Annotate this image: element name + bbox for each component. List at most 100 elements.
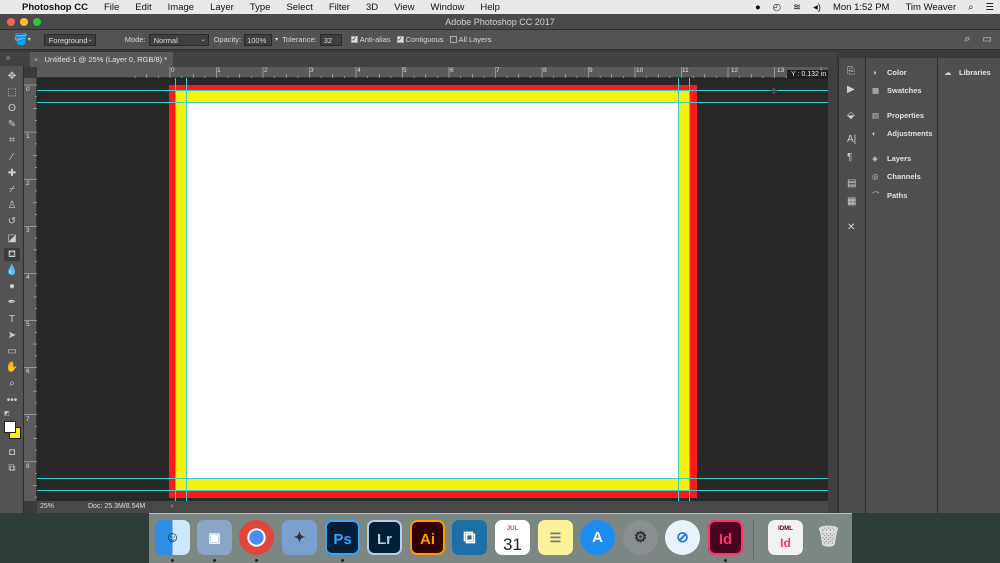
menu-filter[interactable]: Filter: [321, 2, 358, 13]
zoom-level[interactable]: 25%: [40, 501, 54, 513]
vertical-scrollbar[interactable]: [828, 67, 837, 513]
menu-select[interactable]: Select: [278, 2, 320, 13]
default-colors-icon[interactable]: ◩: [4, 410, 10, 417]
notes-icon[interactable]: ▦: [847, 196, 856, 207]
search-icon[interactable]: ⌕: [964, 33, 970, 46]
clock[interactable]: Mon 1:52 PM: [827, 2, 896, 13]
tab-close-button[interactable]: ×: [34, 55, 38, 64]
trash-icon[interactable]: 🗑: [811, 520, 846, 555]
foreground-color-swatch[interactable]: [4, 421, 16, 433]
guide-vertical[interactable]: [678, 78, 679, 501]
eyedropper-tool-icon[interactable]: ⁄: [4, 151, 20, 164]
notes-app-icon[interactable]: ☰: [538, 520, 573, 555]
marquee-tool-icon[interactable]: ⬚: [4, 86, 20, 99]
calendar-icon[interactable]: JUL 31: [495, 520, 530, 555]
quick-mask-icon[interactable]: ◘: [4, 446, 20, 459]
more-tools-icon[interactable]: •••: [4, 394, 20, 407]
toolbar-collapse[interactable]: »: [0, 52, 30, 66]
menu-view[interactable]: View: [386, 2, 422, 13]
quick-select-tool-icon[interactable]: ✎: [4, 118, 20, 131]
chrome-icon[interactable]: [239, 520, 274, 555]
idml-document-icon[interactable]: IDML Id: [768, 520, 803, 555]
brushes-icon[interactable]: ▤: [847, 178, 856, 189]
workspace-icon[interactable]: ▭: [983, 34, 992, 45]
vertical-ruler[interactable]: 0 1 2 3 4 5 6 7 8: [24, 78, 37, 501]
lasso-tool-icon[interactable]: ʘ: [4, 102, 20, 115]
illustrator-dock-icon[interactable]: Ai: [410, 520, 445, 555]
tool-presets-icon[interactable]: ⬙: [847, 110, 855, 121]
photoshop-dock-icon[interactable]: Ps: [325, 520, 360, 555]
finder-icon[interactable]: ☺: [155, 520, 190, 555]
notification-icon[interactable]: ●: [749, 2, 767, 13]
guide-horizontal[interactable]: [37, 478, 828, 479]
panel-color[interactable]: ◑ Color: [872, 68, 907, 77]
image-capture-icon[interactable]: ▣: [197, 520, 232, 555]
minimize-window-button[interactable]: [20, 18, 28, 26]
guide-vertical[interactable]: [175, 78, 176, 501]
document-white-area[interactable]: [187, 103, 678, 478]
panel-paths[interactable]: ⌒ Paths: [872, 190, 907, 201]
indesign-dock-icon[interactable]: Id: [708, 520, 743, 555]
healing-brush-tool-icon[interactable]: ✚: [4, 167, 20, 180]
menu-help[interactable]: Help: [472, 2, 508, 13]
user-name[interactable]: Tim Weaver: [895, 2, 962, 13]
tab-untitled-1[interactable]: × Untitled-1 @ 25% (Layer 0, RGB/8) *: [30, 52, 174, 67]
panel-properties[interactable]: ▤ Properties: [872, 111, 924, 120]
guide-vertical[interactable]: [689, 78, 690, 501]
screen-mode-icon[interactable]: ⧉: [4, 462, 20, 475]
horizontal-ruler[interactable]: 0 1 2 3 4 5 6 7 8 9 10 11 12 13: [37, 67, 828, 78]
paragraph-icon[interactable]: ¶: [847, 152, 852, 163]
menu-type[interactable]: Type: [242, 2, 279, 13]
tools-x-icon[interactable]: ✕: [847, 222, 855, 233]
safari-icon[interactable]: ⊘: [665, 520, 700, 555]
guide-horizontal[interactable]: [37, 102, 828, 103]
contiguous-checkbox[interactable]: ✓: [396, 36, 404, 43]
volume-icon[interactable]: ◂): [807, 2, 827, 13]
character-icon[interactable]: A|: [847, 134, 856, 145]
clone-stamp-tool-icon[interactable]: ♙: [4, 199, 20, 212]
close-window-button[interactable]: [7, 18, 15, 26]
canvas-area[interactable]: ✥: [37, 78, 828, 501]
menu-layer[interactable]: Layer: [202, 2, 242, 13]
app-store-icon[interactable]: A: [580, 520, 615, 555]
mode-select[interactable]: Normal ⌄: [148, 33, 209, 46]
path-selection-tool-icon[interactable]: ➤: [4, 329, 20, 342]
menu-window[interactable]: Window: [423, 2, 473, 13]
zoom-window-button[interactable]: [33, 18, 41, 26]
collapse-arrows-icon[interactable]: »: [6, 53, 10, 62]
guide-horizontal[interactable]: [37, 90, 828, 91]
app-menu[interactable]: Photoshop CC: [16, 2, 96, 13]
guide-vertical[interactable]: [186, 78, 187, 501]
menu-file[interactable]: File: [96, 2, 127, 13]
status-menu-arrow[interactable]: ›: [171, 501, 173, 513]
lightroom-dock-icon[interactable]: Lr: [367, 520, 402, 555]
anti-alias-checkbox[interactable]: ✓: [350, 36, 358, 43]
notification-center-icon[interactable]: ☰: [979, 2, 1000, 13]
blur-tool-icon[interactable]: 💧: [4, 264, 20, 277]
guide-horizontal[interactable]: [37, 490, 828, 491]
preview-icon[interactable]: ✦: [282, 520, 317, 555]
panel-adjustments[interactable]: ◐ Adjustments: [872, 129, 932, 138]
tolerance-input[interactable]: 32: [319, 33, 342, 46]
menu-edit[interactable]: Edit: [127, 2, 159, 13]
opacity-arrow-icon[interactable]: ▾: [275, 36, 278, 43]
paint-bucket-preset-icon[interactable]: 🪣: [14, 33, 28, 46]
move-tool-icon[interactable]: ✥: [4, 70, 20, 83]
rectangle-tool-icon[interactable]: ▭: [4, 345, 20, 358]
zoom-tool-icon[interactable]: ⌕: [4, 377, 20, 390]
pen-tool-icon[interactable]: ✒: [4, 296, 20, 309]
hand-tool-icon[interactable]: ✋: [4, 361, 20, 374]
panel-libraries[interactable]: ☁ Libraries: [944, 68, 991, 77]
eraser-tool-icon[interactable]: ◪: [4, 232, 20, 245]
panel-swatches[interactable]: ▦ Swatches: [872, 86, 922, 95]
opacity-input[interactable]: 100%: [244, 33, 273, 46]
wifi-icon[interactable]: ≋: [787, 2, 807, 13]
app-square-icon[interactable]: ⧉: [452, 520, 487, 555]
type-tool-icon[interactable]: T: [4, 313, 20, 326]
panel-layers[interactable]: ◈ Layers: [872, 154, 911, 163]
timer-icon[interactable]: ◴: [767, 2, 787, 13]
menu-3d[interactable]: 3D: [358, 2, 386, 13]
dodge-tool-icon[interactable]: ●: [4, 280, 20, 293]
all-layers-checkbox[interactable]: [449, 36, 457, 43]
history-brush-tool-icon[interactable]: ↺: [4, 215, 20, 228]
